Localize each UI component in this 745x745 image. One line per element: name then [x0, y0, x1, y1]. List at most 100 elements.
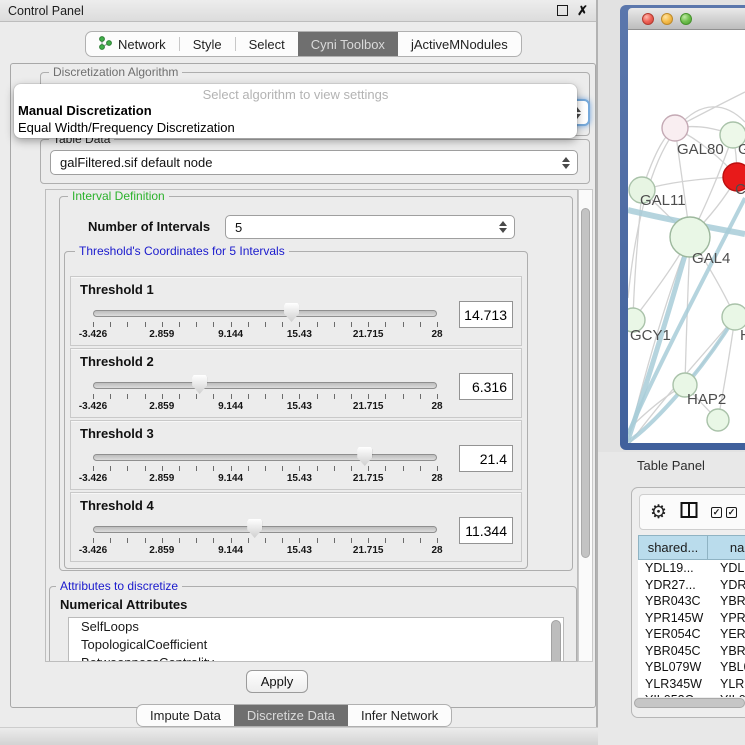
tick-label: 2.859 [149, 473, 174, 484]
settings-scroll-area: Interval Definition Number of Intervals … [45, 189, 578, 662]
table-row[interactable]: YPR145WYPR145W [638, 610, 745, 627]
split-columns-icon[interactable] [680, 501, 698, 524]
tick-mark [248, 322, 249, 327]
threshold-row: Threshold 2-3.4262.8599.14415.4321.71528… [70, 348, 522, 418]
table-column-header[interactable]: shared... [638, 535, 708, 560]
node-attribute-table[interactable]: shared...na... YDL19...YDL19...YDR27...Y… [638, 535, 745, 697]
tick-label: 15.43 [287, 473, 312, 484]
float-window-icon[interactable] [557, 5, 568, 16]
tab-label: Style [193, 37, 222, 52]
slider-thumb[interactable] [247, 519, 262, 538]
network-node-label: GAL80 [677, 141, 724, 158]
threshold-slider[interactable]: -3.4262.8599.14415.4321.71528 [93, 349, 437, 417]
tick-mark [231, 322, 232, 327]
attributes-group-label: Attributes to discretize [56, 579, 182, 593]
tick-mark [368, 394, 369, 399]
tick-mark [93, 394, 94, 399]
algorithm-popup-options: Manual DiscretizationEqual Width/Frequen… [14, 102, 577, 136]
network-node[interactable] [707, 409, 729, 431]
slider-track[interactable] [93, 310, 437, 317]
slider-track[interactable] [93, 382, 437, 389]
settings-vertical-scrollbar[interactable] [578, 189, 593, 662]
table-horizontal-scrollbar[interactable] [634, 698, 745, 708]
table-cell: YBL079W [638, 660, 708, 674]
table-data-combobox[interactable]: galFiltered.sif default node [50, 150, 578, 175]
tab-impute-data[interactable]: Impute Data [137, 705, 234, 726]
table-row[interactable]: YDL19...YDL19... [638, 560, 745, 577]
tick-mark [162, 466, 163, 471]
threshold-slider[interactable]: -3.4262.8599.14415.4321.71528 [93, 493, 437, 561]
threshold-value-field[interactable]: 11.344 [459, 517, 513, 544]
attribute-list-item[interactable]: SelfLoops [69, 618, 563, 636]
tick-mark [162, 394, 163, 399]
tick-mark [420, 322, 421, 327]
tick-mark [403, 466, 404, 471]
list-scrollbar[interactable] [551, 620, 561, 662]
algorithm-option[interactable]: Equal Width/Frequency Discretization [14, 119, 577, 136]
tab-jactivemnodules[interactable]: jActiveMNodules [398, 32, 521, 56]
tick-mark [299, 538, 300, 543]
network-view-window[interactable]: GAL80GACGAL11GAL4GCY1HHAP2 [620, 5, 745, 450]
tab-select[interactable]: Select [236, 32, 298, 56]
threshold-slider[interactable]: -3.4262.8599.14415.4321.71528 [93, 277, 437, 345]
scrollbar-thumb[interactable] [634, 698, 745, 708]
table-cell: YDR27... [708, 578, 745, 592]
table-row[interactable]: YBL079WYBL079W [638, 659, 745, 676]
tab-discretize-data[interactable]: Discretize Data [234, 705, 348, 726]
zoom-traffic-light-icon[interactable] [680, 13, 692, 25]
apply-button[interactable]: Apply [246, 670, 308, 693]
threshold-slider[interactable]: -3.4262.8599.14415.4321.71528 [93, 421, 437, 489]
threshold-value-field[interactable]: 14.713 [459, 301, 513, 328]
slider-thumb[interactable] [357, 447, 372, 466]
table-toolbar: ⚙ ✓ ✓ [639, 494, 745, 530]
tick-mark [334, 394, 335, 399]
gear-icon[interactable]: ⚙ [650, 503, 667, 522]
tick-mark [317, 394, 318, 399]
table-row[interactable]: YDR27...YDR27... [638, 577, 745, 594]
table-row[interactable]: YIL052CYIL052C [638, 692, 745, 697]
tab-network[interactable]: Network [86, 32, 179, 56]
tick-mark [317, 466, 318, 471]
close-traffic-light-icon[interactable] [642, 13, 654, 25]
attribute-list-item[interactable]: BetweennessCentrality [69, 654, 563, 662]
tick-mark [93, 466, 94, 471]
tab-infer-network[interactable]: Infer Network [348, 705, 451, 726]
interval-definition-group: Interval Definition Number of Intervals … [59, 196, 573, 571]
table-row[interactable]: YLR345WYLR345W [638, 676, 745, 693]
slider-thumb[interactable] [192, 375, 207, 394]
table-column-header[interactable]: na... [708, 535, 745, 560]
tick-mark [368, 538, 369, 543]
tick-mark [351, 538, 352, 543]
minimize-traffic-light-icon[interactable] [661, 13, 673, 25]
network-node[interactable] [662, 115, 688, 141]
table-row[interactable]: YBR045CYBR045C [638, 643, 745, 660]
slider-track[interactable] [93, 454, 437, 461]
slider-thumb[interactable] [284, 303, 299, 322]
threshold-value-field[interactable]: 6.316 [459, 373, 513, 400]
tab-style[interactable]: Style [180, 32, 235, 56]
checkbox-icon[interactable]: ✓ [711, 507, 722, 518]
tick-mark [385, 322, 386, 327]
tick-label: 21.715 [353, 401, 384, 412]
threshold-value-field[interactable]: 21.4 [459, 445, 513, 472]
tick-mark [213, 322, 214, 327]
algorithm-option[interactable]: Manual Discretization [14, 102, 577, 119]
tab-cyni-toolbox[interactable]: Cyni Toolbox [298, 32, 398, 56]
tick-mark [351, 322, 352, 327]
network-window-titlebar[interactable] [628, 8, 745, 30]
slider-track[interactable] [93, 526, 437, 533]
tick-mark [317, 322, 318, 327]
network-canvas[interactable]: GAL80GACGAL11GAL4GCY1HHAP2 [628, 30, 745, 443]
checkbox-icon[interactable]: ✓ [726, 507, 737, 518]
number-of-intervals-combobox[interactable]: 5 [225, 215, 515, 239]
close-icon[interactable]: ✗ [577, 4, 588, 17]
control-panel-footer [0, 727, 598, 745]
tick-mark [110, 322, 111, 327]
table-row[interactable]: YER054CYER054C [638, 626, 745, 643]
scrollbar-thumb[interactable] [581, 208, 590, 558]
numerical-attributes-list[interactable]: SelfLoopsTopologicalCoefficientBetweenne… [68, 617, 564, 662]
tab-label: Network [118, 37, 166, 52]
table-row[interactable]: YBR043CYBR043C [638, 593, 745, 610]
combo-arrows-icon [562, 157, 570, 169]
attribute-list-item[interactable]: TopologicalCoefficient [69, 636, 563, 654]
